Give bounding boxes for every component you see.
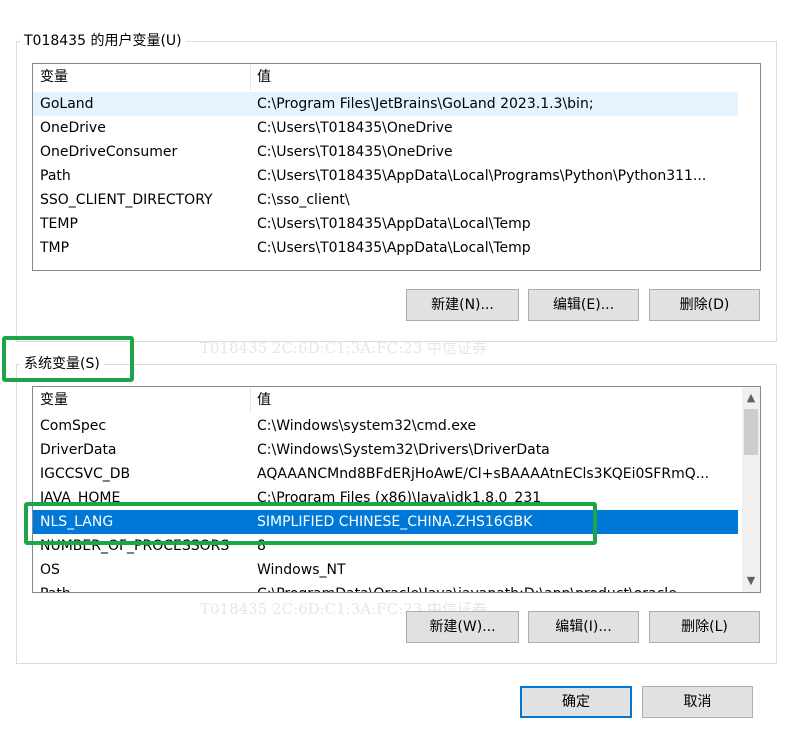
variable-name: ComSpec (40, 418, 107, 434)
variable-name: IGCCSVC_DB (40, 466, 131, 482)
variable-value: C:\Users\T018435\AppData\Local\Programs\… (257, 168, 707, 184)
variable-name: TMP (40, 240, 70, 256)
scroll-up-icon[interactable]: ▲ (742, 389, 760, 407)
user-edit-button[interactable]: 编辑(E)... (528, 289, 639, 321)
list-item[interactable]: ComSpec C:\Windows\system32\cmd.exe (33, 414, 738, 438)
vertical-scrollbar[interactable]: ▲ ▼ (742, 387, 760, 592)
list-header: 变量 值 (33, 64, 760, 90)
list-item[interactable]: OneDrive C:\Users\T018435\OneDrive (33, 116, 738, 140)
annotation-highlight-box (24, 502, 597, 545)
variable-value: C:\sso_client\ (257, 192, 350, 208)
cancel-button[interactable]: 取消 (642, 686, 753, 718)
system-edit-button[interactable]: 编辑(I)... (528, 611, 639, 643)
annotation-highlight-box (2, 336, 134, 382)
column-header-value[interactable]: 值 (257, 68, 271, 86)
variable-name: DriverData (40, 442, 117, 458)
system-variables-list[interactable]: 变量 值 ComSpec C:\Windows\system32\cmd.exe… (32, 386, 761, 593)
system-new-button[interactable]: 新建(W)... (406, 611, 519, 643)
ok-button[interactable]: 确定 (520, 686, 632, 718)
variable-name: SSO_CLIENT_DIRECTORY (40, 192, 213, 208)
variable-value: C:\Users\T018435\OneDrive (257, 120, 453, 136)
user-variables-title: T018435 的用户变量(U) (20, 32, 186, 50)
list-item[interactable]: Path C:\Users\T018435\AppData\Local\Prog… (33, 164, 738, 188)
list-item[interactable]: OS Windows_NT (33, 558, 738, 582)
variable-value: C:\Users\T018435\AppData\Local\Temp (257, 240, 531, 256)
variable-name: Path (40, 168, 71, 184)
variable-value: C:\ProgramData\Oracle\Java\javapath;D:\a… (257, 582, 677, 592)
column-header-variable[interactable]: 变量 (40, 391, 68, 409)
list-header: 变量 值 (33, 387, 760, 413)
variable-name: TEMP (40, 216, 78, 232)
list-item[interactable]: IGCCSVC_DB AQAAANCMnd8BFdERjHoAwE/Cl+sBA… (33, 462, 738, 486)
variable-value: C:\Program Files\JetBrains\GoLand 2023.1… (257, 96, 594, 112)
user-variables-list[interactable]: 变量 值 GoLand C:\Program Files\JetBrains\G… (32, 63, 761, 271)
user-delete-button[interactable]: 删除(D) (649, 289, 760, 321)
variable-value: C:\Windows\System32\Drivers\DriverData (257, 442, 550, 458)
list-item[interactable]: TMP C:\Users\T018435\AppData\Local\Temp (33, 236, 738, 260)
variable-value: AQAAANCMnd8BFdERjHoAwE/Cl+sBAAAAtnECls3K… (257, 466, 710, 482)
variable-name: OneDriveConsumer (40, 144, 178, 160)
list-item[interactable]: SSO_CLIENT_DIRECTORY C:\sso_client\ (33, 188, 738, 212)
list-item[interactable]: Path C:\ProgramData\Oracle\Java\javapath… (33, 582, 738, 592)
list-item[interactable]: GoLand C:\Program Files\JetBrains\GoLand… (33, 92, 738, 116)
list-item[interactable]: OneDriveConsumer C:\Users\T018435\OneDri… (33, 140, 738, 164)
scrollbar-thumb[interactable] (744, 409, 758, 455)
column-header-variable[interactable]: 变量 (40, 68, 68, 86)
variable-name: OneDrive (40, 120, 106, 136)
variable-value: Windows_NT (257, 562, 346, 578)
variable-value: C:\Users\T018435\AppData\Local\Temp (257, 216, 531, 232)
variable-name: Path (40, 582, 71, 592)
system-delete-button[interactable]: 删除(L) (649, 611, 760, 643)
scroll-down-icon[interactable]: ▼ (742, 572, 760, 590)
column-header-value[interactable]: 值 (257, 391, 271, 409)
variable-value: C:\Windows\system32\cmd.exe (257, 418, 477, 434)
user-new-button[interactable]: 新建(N)... (406, 289, 519, 321)
list-item[interactable]: DriverData C:\Windows\System32\Drivers\D… (33, 438, 738, 462)
list-item[interactable]: TEMP C:\Users\T018435\AppData\Local\Temp (33, 212, 738, 236)
variable-name: GoLand (40, 96, 94, 112)
variable-value: C:\Users\T018435\OneDrive (257, 144, 453, 160)
variable-name: OS (40, 562, 60, 578)
